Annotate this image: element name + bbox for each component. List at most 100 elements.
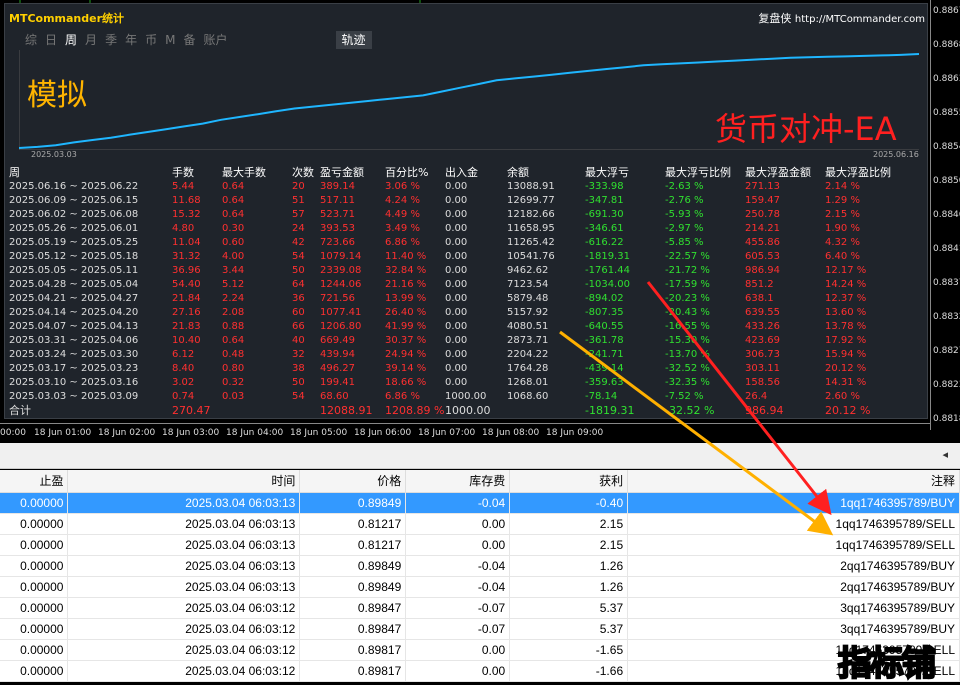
stats-cell: 1268.01 — [507, 377, 549, 388]
stats-cell: 30.37 % — [385, 335, 427, 346]
stats-col-header: 手数 — [172, 166, 194, 179]
stats-cell: 2025.03.10 ~ 2025.03.16 — [9, 377, 139, 388]
grid-col-header[interactable]: 注释 — [627, 470, 960, 493]
time-tick: 00:00 — [0, 428, 26, 438]
tab-3[interactable]: 月 — [81, 31, 101, 49]
panel-title: MTCommander统计 — [9, 12, 125, 25]
price-chart[interactable]: MTCommander统计 复盘侠 http://MTCommander.com… — [0, 0, 930, 423]
trade-cell: -0.07 — [405, 618, 511, 640]
tab-8[interactable]: 备 — [179, 31, 199, 49]
trade-row[interactable]: 0.00000 2025.03.04 06:03:12 0.89817 0.00 -1.… — [0, 660, 960, 682]
tab-9[interactable]: 账户 — [199, 31, 231, 49]
stats-cell: -2.63 % — [665, 181, 704, 192]
curve-start-date: 2025.03.03 — [31, 150, 77, 159]
stats-cell: 4080.51 — [507, 321, 549, 332]
stats-cell: 1077.41 — [320, 307, 362, 318]
grid-col-header[interactable]: 库存费 — [405, 470, 511, 493]
stats-cell: 12.37 % — [825, 293, 867, 304]
trade-cell: 0.00000 — [0, 660, 69, 682]
price-tick: 0.8855 — [933, 108, 960, 118]
trade-cell: 0.89817 — [299, 639, 407, 661]
trade-row[interactable]: 0.00000 2025.03.04 06:03:12 0.89847 -0.07 5.… — [0, 618, 960, 640]
grid-col-header[interactable]: 时间 — [67, 470, 301, 493]
stats-cell: -361.78 — [585, 335, 624, 346]
stats-cell: 32 — [292, 349, 305, 360]
stats-cell: -32.35 % — [665, 377, 710, 388]
stats-cell: 1.90 % — [825, 223, 860, 234]
stats-cell: -16.55 % — [665, 321, 710, 332]
price-tick: 0.8867 — [933, 6, 960, 16]
stats-cell: 303.11 — [745, 363, 780, 374]
tab-4[interactable]: 季 — [101, 31, 121, 49]
stats-cell: 2025.05.12 ~ 2025.05.18 — [9, 251, 139, 262]
stats-cell: -20.23 % — [665, 293, 710, 304]
stats-cell: 0.32 — [222, 377, 245, 388]
grid-col-header[interactable]: 获利 — [509, 470, 629, 493]
stats-cell: 605.53 — [745, 251, 780, 262]
trade-row[interactable]: 0.00000 2025.03.04 06:03:13 0.81217 0.00 2.1… — [0, 534, 960, 556]
stats-cell: 68.60 — [320, 391, 349, 402]
sim-label: 模拟 — [27, 78, 87, 113]
trade-cell: 2025.03.04 06:03:13 — [67, 492, 301, 514]
stats-total-cell: -32.52 % — [665, 404, 715, 417]
trade-row[interactable]: 0.00000 2025.03.04 06:03:13 0.89849 -0.04 -0… — [0, 492, 960, 514]
tab-0[interactable]: 综 — [21, 31, 41, 49]
brand-url[interactable]: http://MTCommander.com — [795, 14, 925, 25]
stats-cell: 24.94 % — [385, 349, 427, 360]
trade-row[interactable]: 0.00000 2025.03.04 06:03:13 0.89849 -0.04 1.… — [0, 555, 960, 577]
brand[interactable]: 复盘侠 http://MTCommander.com — [758, 10, 925, 26]
stats-row: 2025.03.17 ~ 2025.03.23 8.40 0.80 38 496.27 3… — [9, 362, 905, 376]
stats-cell: 0.00 — [445, 265, 468, 276]
trade-cell: 2.15 — [509, 513, 629, 535]
stats-row: 2025.04.28 ~ 2025.05.04 54.40 5.12 64 1244.0… — [9, 278, 905, 292]
stats-total-row: 合计 270.47 12088.91 1208.89 % 1000.00 -1819.31… — [9, 404, 905, 418]
tab-1[interactable]: 日 — [41, 31, 61, 49]
trade-row[interactable]: 0.00000 2025.03.04 06:03:12 0.89817 0.00 -1.… — [0, 639, 960, 661]
trade-cell: 1qq1746395789/BUY — [627, 492, 960, 514]
ea-label: 货币对冲-EA — [715, 110, 897, 148]
stats-cell: 5879.48 — [507, 293, 549, 304]
stats-cell: 0.00 — [445, 251, 468, 262]
stats-col-header: 最大浮盈金额 — [745, 166, 811, 179]
tab-7[interactable]: M — [161, 31, 179, 49]
grid-col-header[interactable]: 止盈 — [0, 470, 69, 493]
trade-cell: 0.00000 — [0, 639, 69, 661]
stats-cell: 38 — [292, 363, 305, 374]
tab-2[interactable]: 周 — [61, 31, 81, 49]
stats-cell: 4.80 — [172, 223, 195, 234]
trade-grid[interactable]: 止盈 时间 价格 库存费 获利 注释 0.00000 2025.03.04 06:03:13 0… — [0, 470, 960, 682]
trade-cell: 0.00000 — [0, 492, 69, 514]
stats-row: 2025.05.26 ~ 2025.06.01 4.80 0.30 24 393.53 3… — [9, 222, 905, 236]
trade-row[interactable]: 0.00000 2025.03.04 06:03:12 0.89847 -0.07 5.… — [0, 597, 960, 619]
stats-cell: 0.74 — [172, 391, 195, 402]
stats-cell: 11265.42 — [507, 237, 555, 248]
period-tabs: 综日周月季年币 M 备账户 轨迹 — [21, 31, 372, 49]
stats-row: 2025.06.02 ~ 2025.06.08 15.32 0.64 57 523.71… — [9, 208, 905, 222]
stats-cell: 2.08 — [222, 307, 245, 318]
stats-cell: 26.4 — [745, 391, 768, 402]
trade-row[interactable]: 0.00000 2025.03.04 06:03:13 0.81217 0.00 2.1… — [0, 513, 960, 535]
stats-cell: 17.92 % — [825, 335, 867, 346]
stats-cell: 2025.03.24 ~ 2025.03.30 — [9, 349, 139, 360]
tab-track[interactable]: 轨迹 — [335, 31, 372, 49]
stats-cell: 42 — [292, 237, 305, 248]
stats-cell: -7.52 % — [665, 391, 704, 402]
stats-cell: 2025.05.05 ~ 2025.05.11 — [9, 265, 139, 276]
trade-cell: 2025.03.04 06:03:13 — [67, 513, 301, 535]
tab-6[interactable]: 币 — [141, 31, 161, 49]
tab-5[interactable]: 年 — [121, 31, 141, 49]
trade-row[interactable]: 0.00000 2025.03.04 06:03:13 0.89849 -0.04 1.… — [0, 576, 960, 598]
stats-row: 2025.06.16 ~ 2025.06.22 5.44 0.64 20 389.14 3… — [9, 180, 905, 194]
stats-cell: -21.72 % — [665, 265, 710, 276]
trade-cell: 1qq1746395789/SELL — [627, 534, 960, 556]
stats-panel: MTCommander统计 复盘侠 http://MTCommander.com… — [4, 3, 928, 419]
stats-cell: 21.16 % — [385, 279, 427, 290]
stats-cell: 1206.80 — [320, 321, 362, 332]
stats-col-header: 盈亏金额 — [320, 166, 364, 179]
price-tick: 0.8868 — [933, 40, 960, 50]
scroll-left-icon[interactable]: ◂ — [942, 448, 948, 461]
trade-cell: 2025.03.04 06:03:12 — [67, 597, 301, 619]
stats-cell: 11.04 — [172, 237, 201, 248]
grid-col-header[interactable]: 价格 — [299, 470, 407, 493]
stats-cell: 2025.05.19 ~ 2025.05.25 — [9, 237, 139, 248]
